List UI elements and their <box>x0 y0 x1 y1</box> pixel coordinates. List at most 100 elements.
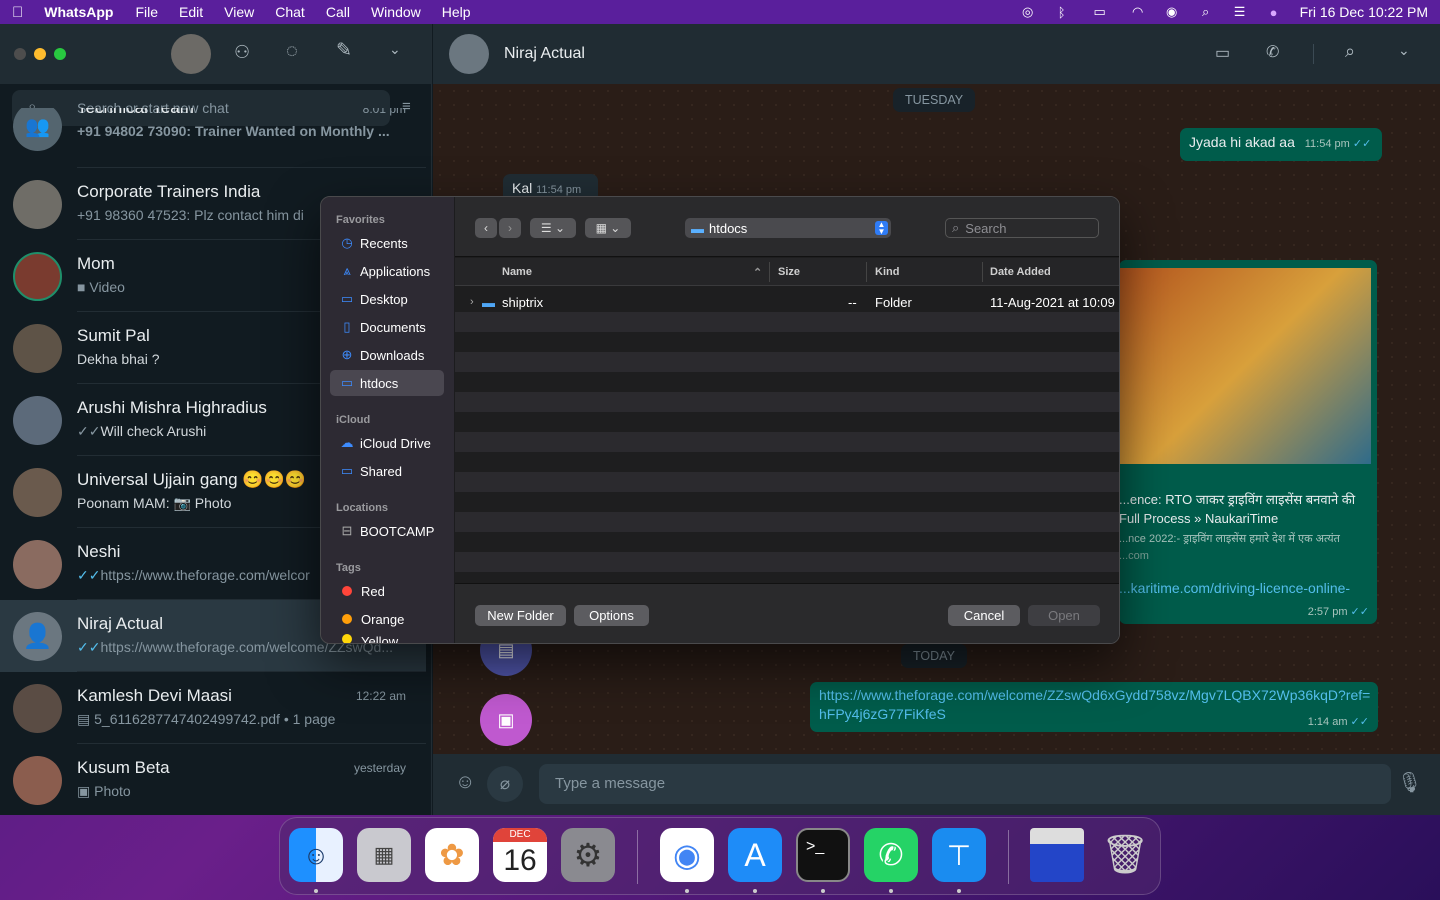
list-view-button[interactable]: ☰ ⌄ <box>530 218 576 238</box>
terminal-icon[interactable]: >_ <box>796 828 850 882</box>
sidebar-item-applications[interactable]: ⩓ Applications <box>330 258 444 284</box>
sidebar-item-downloads[interactable]: ⊕ Downloads <box>330 342 444 368</box>
voice-call-icon[interactable]: ✆ <box>1266 42 1279 62</box>
chrome-icon[interactable]: ◉ <box>660 828 714 882</box>
finder-icon[interactable]: ☺ <box>289 828 343 882</box>
sidebar-tag-red[interactable]: Red <box>330 578 444 604</box>
chevron-down-icon[interactable]: ⌄ <box>389 41 401 58</box>
options-button[interactable]: Options <box>574 605 649 626</box>
contact-avatar[interactable] <box>449 34 489 74</box>
launchpad-icon[interactable]: ▦ <box>357 828 411 882</box>
open-button[interactable]: Open <box>1028 605 1100 626</box>
sidebar-label: Documents <box>360 319 426 335</box>
grid-view-button[interactable]: ▦ ⌄ <box>585 218 631 238</box>
my-avatar[interactable] <box>171 34 211 74</box>
sidebar-item-shared[interactable]: ▭ Shared <box>330 458 444 484</box>
chat-item[interactable]: Kusum Beta ▣ Photo yesterday <box>0 744 426 815</box>
col-name[interactable]: Name <box>502 266 532 278</box>
emoji-icon[interactable]: ☺ <box>455 771 475 794</box>
back-button[interactable]: ‹ <box>475 218 497 238</box>
new-chat-icon[interactable]: ✎ <box>336 39 352 62</box>
menu-view[interactable]: View <box>224 4 254 20</box>
menu-chat[interactable]: Chat <box>275 4 305 20</box>
photos-icon[interactable]: ✿ <box>425 828 479 882</box>
chat-item[interactable]: Kamlesh Devi Maasi ▤ 5_611628774740249974… <box>0 672 426 744</box>
zoom-button[interactable] <box>54 48 66 60</box>
message-text: Jyada hi akad aa <box>1189 134 1295 150</box>
avatar: 👥 <box>13 108 62 151</box>
menu-call[interactable]: Call <box>326 4 350 20</box>
attachment-photo-button[interactable]: ▣ <box>480 694 532 746</box>
sidebar-label: Yellow <box>361 634 399 644</box>
attach-icon[interactable]: ⌀ <box>487 766 523 802</box>
menubar-clock[interactable]: Fri 16 Dec 10:22 PM <box>1300 4 1428 20</box>
message-outgoing[interactable]: https://www.theforage.com/welcome/ZZswQd… <box>810 682 1378 732</box>
chat-preview-text: https://www.theforage.com/welcor <box>100 567 310 583</box>
avatar <box>13 467 62 517</box>
new-folder-button[interactable]: New Folder <box>475 605 566 626</box>
chevron-down-icon[interactable]: ⌄ <box>1398 42 1410 59</box>
col-size[interactable]: Size <box>778 266 800 278</box>
sidebar-item-desktop[interactable]: ▭ Desktop <box>330 286 444 312</box>
empty-row <box>455 552 1119 572</box>
link-preview-message[interactable]: ...ence: RTO जाकर ड्राइविंग लाइसेंस बनवा… <box>1119 260 1377 624</box>
whatsapp-icon[interactable]: ✆ <box>864 828 918 882</box>
airdrop-icon[interactable]: ◎ <box>1020 4 1036 19</box>
cancel-button[interactable]: Cancel <box>948 605 1020 626</box>
menu-help[interactable]: Help <box>442 4 471 20</box>
calendar-month: DEC <box>493 828 547 842</box>
documents-stack-icon[interactable] <box>1030 828 1084 882</box>
path-popup[interactable]: ▬ htdocs ▲ ▼ <box>685 218 891 238</box>
message-outgoing[interactable]: Jyada hi akad aa 11:54 pm ✓✓ <box>1180 128 1382 161</box>
sidebar-tag-yellow[interactable]: Yellow <box>330 634 444 644</box>
minimize-button[interactable] <box>34 48 46 60</box>
sidebar-item-icloud-drive[interactable]: ☁ iCloud Drive <box>330 430 444 456</box>
spotlight-icon[interactable]: ⌕ <box>1198 4 1214 19</box>
col-date[interactable]: Date Added <box>990 266 1051 278</box>
message-link[interactable]: https://www.theforage.com/welcome/ZZswQd… <box>819 686 1374 724</box>
finder-toolbar: ‹ › ☰ ⌄ ▦ ⌄ ▬ htdocs ▲ ▼ ⌕ Search <box>455 197 1119 257</box>
finder-search-input[interactable]: ⌕ Search <box>945 218 1099 238</box>
microphone-icon[interactable]: 🎙 <box>1397 770 1422 795</box>
menu-edit[interactable]: Edit <box>179 4 203 20</box>
control-center-icon[interactable]: ☰ <box>1232 4 1248 19</box>
file-row[interactable]: › ▬ shiptrix -- Folder 11-Aug-2021 at 10… <box>455 292 1119 314</box>
settings-icon[interactable]: ⚙ <box>561 828 615 882</box>
sidebar-item-htdocs[interactable]: ▭ htdocs <box>330 370 444 396</box>
user-icon[interactable]: ◉ <box>1164 4 1180 19</box>
disclosure-triangle-icon[interactable]: › <box>470 296 474 308</box>
camera-icon: ▣ <box>77 783 95 799</box>
bluetooth-icon[interactable]: ᛒ <box>1054 5 1070 20</box>
sidebar-item-bootcamp[interactable]: ⊟ BOOTCAMP <box>330 518 444 544</box>
siri-icon[interactable]: ● <box>1266 5 1282 20</box>
wifi-icon[interactable]: ◠ <box>1130 4 1146 19</box>
menu-window[interactable]: Window <box>371 4 421 20</box>
sidebar-tag-orange[interactable]: Orange <box>330 606 444 632</box>
video-call-icon[interactable]: ▭ <box>1215 43 1230 63</box>
sidebar-label: BOOTCAMP <box>360 523 435 539</box>
empty-row <box>455 512 1119 532</box>
link-url[interactable]: ...karitime.com/driving-licence-online- <box>1119 580 1369 596</box>
sidebar-item-documents[interactable]: ▯ Documents <box>330 314 444 340</box>
app-store-icon[interactable]: A <box>728 828 782 882</box>
section-tags: Tags <box>336 562 361 574</box>
keynote-icon[interactable]: ⊤ <box>932 828 986 882</box>
disk-icon: ⊟ <box>341 523 353 538</box>
double-tick-icon: ✓✓ <box>77 423 101 439</box>
apple-icon[interactable]:  <box>12 4 23 21</box>
battery-icon[interactable]: ▭ <box>1088 4 1112 19</box>
calendar-icon[interactable]: DEC 16 <box>493 828 547 882</box>
contact-name[interactable]: Niraj Actual <box>504 45 585 63</box>
chat-item[interactable]: 👥 Technical Team+91 94802 73090: Trainer… <box>0 108 426 168</box>
trash-icon[interactable]: 🗑 <box>1098 828 1152 882</box>
message-input[interactable]: Type a message <box>539 764 1391 804</box>
sidebar-item-recents[interactable]: ◷ Recents <box>330 230 444 256</box>
search-icon[interactable]: ⌕ <box>1345 41 1355 62</box>
forward-button[interactable]: › <box>499 218 521 238</box>
menu-app-name[interactable]: WhatsApp <box>44 4 113 20</box>
status-icon[interactable]: ◌ <box>286 40 298 63</box>
col-kind[interactable]: Kind <box>875 266 899 278</box>
menu-file[interactable]: File <box>135 4 158 20</box>
community-icon[interactable]: ⚇ <box>234 42 250 63</box>
close-button[interactable] <box>14 48 26 60</box>
